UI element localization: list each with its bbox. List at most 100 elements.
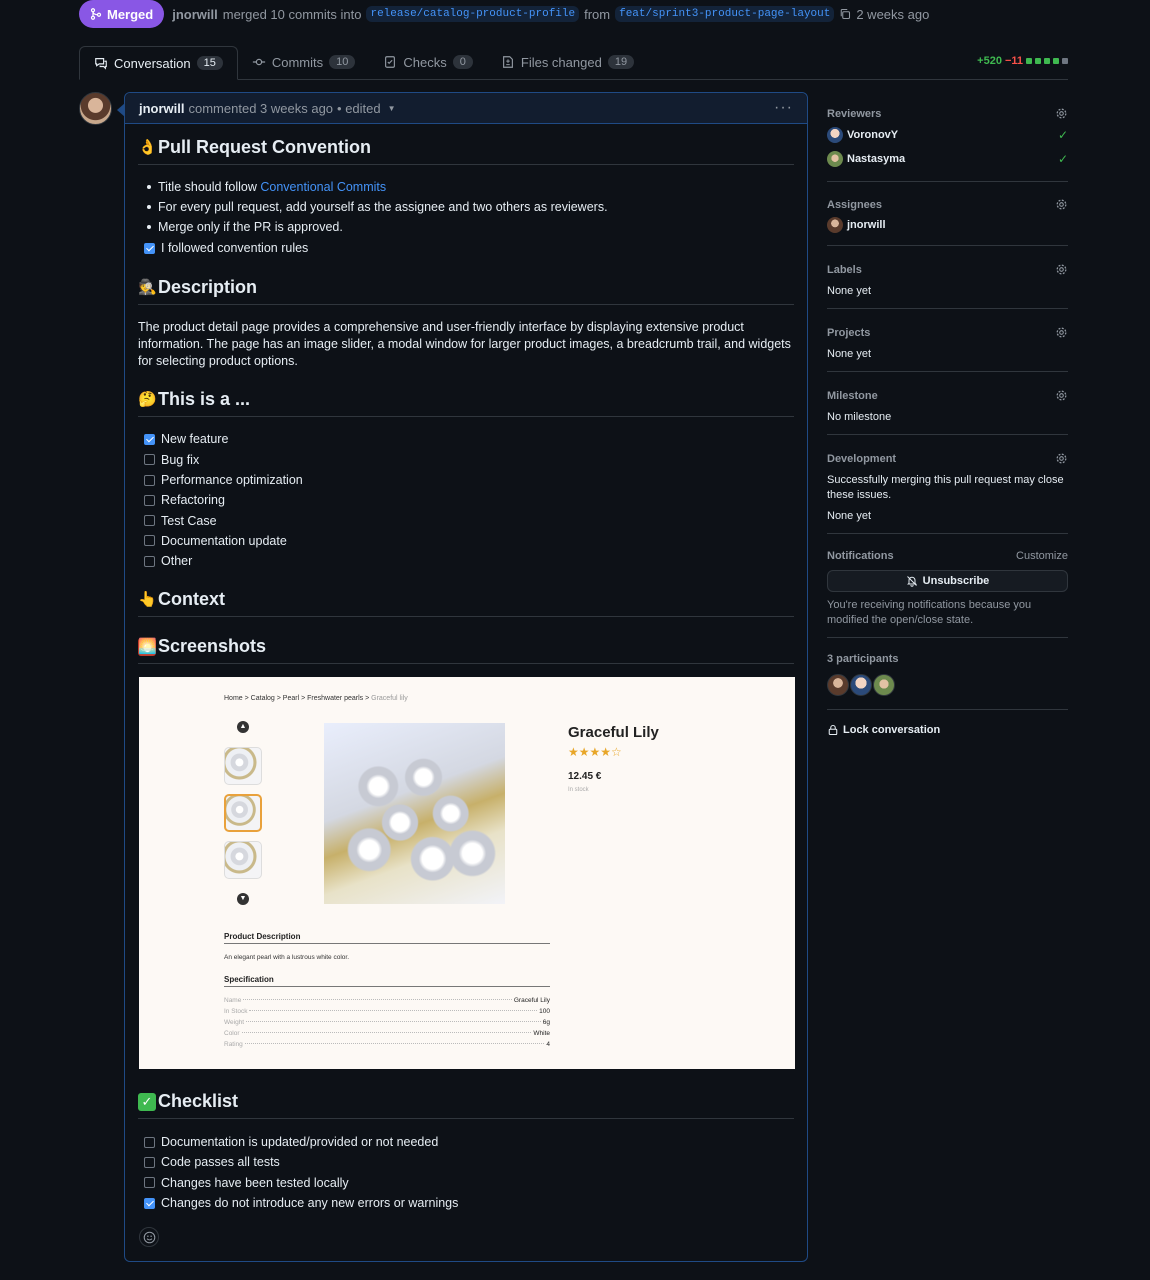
tab-commits[interactable]: Commits 10 bbox=[238, 45, 370, 79]
diff-block bbox=[1062, 57, 1068, 64]
tab-checks[interactable]: Checks 0 bbox=[369, 45, 486, 79]
commit-icon bbox=[252, 58, 265, 66]
spec-row: Rating 4 bbox=[224, 1041, 550, 1048]
gear-icon[interactable] bbox=[1055, 452, 1068, 465]
gear-icon[interactable] bbox=[1055, 326, 1068, 339]
milestone-value: No milestone bbox=[827, 411, 892, 423]
spec-value: White bbox=[533, 1030, 550, 1037]
diff-stat[interactable]: +520 −11 bbox=[977, 55, 1068, 71]
spec-value: 4 bbox=[546, 1041, 550, 1048]
thinking-emoji-icon: 🤔 bbox=[138, 390, 157, 408]
gear-icon[interactable] bbox=[1055, 263, 1068, 276]
checkbox[interactable] bbox=[144, 494, 155, 506]
crumb: Pearl bbox=[282, 695, 300, 702]
reviewer-item[interactable]: Nastasyma ✓ bbox=[827, 147, 1068, 171]
section-title: Projects bbox=[827, 326, 871, 339]
merge-time: 2 weeks ago bbox=[856, 6, 930, 22]
reviewer-name: Nastasyma bbox=[847, 153, 906, 165]
edited-label[interactable]: • edited bbox=[337, 101, 381, 116]
milestone-section: Milestone No milestone bbox=[827, 372, 1068, 435]
checkbox[interactable] bbox=[144, 555, 155, 567]
diff-block bbox=[1035, 57, 1041, 64]
head-branch[interactable]: feat/sprint3-product-page-layout bbox=[615, 6, 835, 22]
author-avatar[interactable] bbox=[79, 92, 112, 125]
thumbnail bbox=[224, 841, 262, 879]
diff-block bbox=[1044, 57, 1050, 64]
gear-icon[interactable] bbox=[1055, 389, 1068, 402]
gear-icon[interactable] bbox=[1055, 107, 1068, 120]
comment-meta[interactable]: commented 3 weeks ago bbox=[189, 101, 334, 116]
product-page-screenshot[interactable]: Home > Catalog > Pearl > Freshwater pear… bbox=[139, 677, 795, 1069]
task-item: Performance optimization bbox=[138, 470, 794, 490]
reviewer-item[interactable]: VoronovY ✓ bbox=[827, 123, 1068, 147]
check-mark-emoji-icon: ✓ bbox=[138, 1092, 156, 1111]
spec-value: Graceful Lily bbox=[513, 997, 550, 1004]
avatar[interactable] bbox=[873, 674, 895, 696]
checkbox[interactable] bbox=[144, 1136, 155, 1148]
specification-heading: Specification bbox=[224, 975, 550, 987]
tab-label: Conversation bbox=[114, 55, 191, 71]
type-heading: 🤔 This is a ... bbox=[138, 389, 794, 418]
checkbox[interactable] bbox=[144, 535, 155, 547]
base-branch[interactable]: release/catalog-product-profile bbox=[366, 6, 580, 22]
pr-description-comment: jnorwill commented 3 weeks ago • edited … bbox=[117, 92, 808, 1262]
checkbox[interactable] bbox=[144, 1197, 155, 1209]
task-item: Other bbox=[138, 551, 794, 571]
checklist-icon bbox=[385, 56, 396, 68]
list-item: For every pull request, add yourself as … bbox=[145, 197, 794, 217]
conventional-commits-link[interactable]: Conventional Commits bbox=[260, 180, 386, 194]
spec-key: Name bbox=[224, 997, 242, 1004]
list-text: Title should follow bbox=[158, 180, 257, 194]
kebab-menu-icon[interactable]: ··· bbox=[774, 99, 793, 117]
section-title: 3 participants bbox=[827, 653, 899, 665]
notifications-section: Notifications Customize Unsubscribe You'… bbox=[827, 534, 1068, 638]
status-label: Merged bbox=[107, 6, 154, 22]
task-label: Documentation is updated/provided or not… bbox=[161, 1135, 439, 1150]
checkbox[interactable] bbox=[144, 1156, 155, 1168]
task-label: Changes have been tested locally bbox=[161, 1175, 349, 1190]
product-description-text: An elegant pearl with a lustrous white c… bbox=[224, 954, 350, 961]
checkbox[interactable] bbox=[144, 474, 155, 486]
gear-icon[interactable] bbox=[1055, 198, 1068, 211]
description-heading: 🕵️ Description bbox=[138, 277, 794, 306]
section-title: Milestone bbox=[827, 389, 878, 402]
checkbox[interactable] bbox=[144, 433, 155, 445]
checkbox[interactable] bbox=[144, 454, 155, 466]
product-price: 12.45 € bbox=[568, 771, 602, 782]
thumbnail bbox=[224, 747, 262, 785]
assignee-item[interactable]: jnorwill bbox=[827, 213, 1068, 237]
checkbox[interactable] bbox=[144, 515, 155, 527]
chevron-down-icon[interactable]: ▼ bbox=[388, 104, 396, 113]
description-text: The product detail page provides a compr… bbox=[138, 320, 791, 369]
avatar[interactable] bbox=[827, 674, 849, 696]
sunrise-emoji-icon: 🌅 bbox=[138, 637, 157, 656]
heading-text: Screenshots bbox=[158, 636, 267, 657]
stock-status: In stock bbox=[568, 787, 589, 793]
labels-section: Labels None yet bbox=[827, 246, 1068, 309]
avatar bbox=[827, 151, 843, 167]
task-label: Other bbox=[161, 554, 193, 569]
add-reaction-button[interactable] bbox=[139, 1227, 159, 1247]
checkbox[interactable] bbox=[144, 242, 155, 254]
pr-sidebar: Reviewers VoronovY ✓ Nastasyma ✓ Assignees… bbox=[827, 92, 1068, 736]
bell-slash-icon bbox=[906, 576, 917, 587]
file-diff-icon bbox=[502, 56, 513, 68]
product-description-heading: Product Description bbox=[224, 932, 550, 944]
additions-count: +520 bbox=[977, 54, 1002, 67]
author-link[interactable]: jnorwill bbox=[172, 7, 218, 22]
copy-icon[interactable] bbox=[839, 8, 851, 20]
detective-emoji-icon: 🕵️ bbox=[138, 278, 157, 296]
lock-conversation-link[interactable]: Lock conversation bbox=[827, 724, 1068, 736]
unsubscribe-button[interactable]: Unsubscribe bbox=[827, 570, 1068, 592]
projects-value: None yet bbox=[827, 348, 872, 360]
heading-text: Description bbox=[158, 277, 258, 298]
tab-conversation[interactable]: Conversation 15 bbox=[79, 46, 238, 80]
tab-files-changed[interactable]: Files changed 19 bbox=[487, 45, 648, 79]
projects-section: Projects None yet bbox=[827, 309, 1068, 372]
checkbox[interactable] bbox=[144, 1177, 155, 1189]
customize-link[interactable]: Customize bbox=[1016, 550, 1068, 562]
avatar bbox=[827, 127, 843, 143]
avatar[interactable] bbox=[850, 674, 872, 696]
pointing-finger-emoji-icon: 👆 bbox=[138, 590, 157, 608]
comment-author[interactable]: jnorwill bbox=[139, 101, 185, 116]
